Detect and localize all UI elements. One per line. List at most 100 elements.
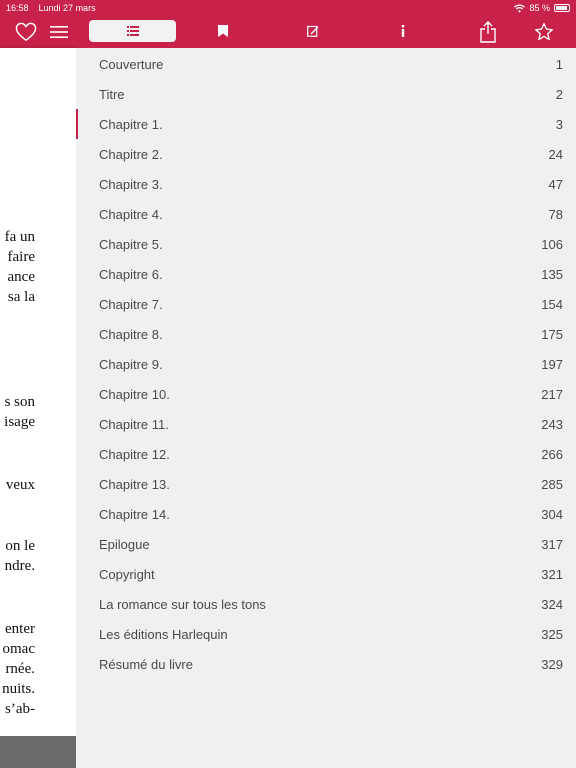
toc-entry[interactable]: Chapitre 4. 78 (76, 199, 576, 229)
toc-entry-title: Les éditions Harlequin (99, 626, 228, 642)
toc-entry-page: 24 (548, 146, 563, 162)
toc-entry-page: 154 (541, 296, 563, 312)
reader-text-line: ndre. (4, 558, 35, 574)
toc-entry-page: 266 (541, 446, 563, 462)
tab-contents[interactable] (89, 20, 176, 42)
toc-entry[interactable]: Chapitre 14. 304 (76, 499, 576, 529)
toc-entry-title: La romance sur tous les tons (99, 596, 266, 612)
menu-icon (50, 26, 68, 38)
toc-entry[interactable]: Chapitre 2. 24 (76, 139, 576, 169)
toc-entry[interactable]: Chapitre 13. 285 (76, 469, 576, 499)
toc-entry-title: Copyright (99, 566, 155, 582)
toc-entry-page: 47 (548, 176, 563, 192)
status-bar: 16:58 Lundi 27 mars 85 % (0, 0, 576, 16)
reader-text-line: sa la (7, 289, 35, 305)
toc-entry-title: Chapitre 4. (99, 206, 163, 222)
toc-entry-page: 321 (541, 566, 563, 582)
tab-bookmarks[interactable] (179, 20, 266, 42)
toc-entry[interactable]: Résumé du livre 329 (76, 649, 576, 679)
toc-entry-title: Chapitre 9. (99, 356, 163, 372)
toc-entry[interactable]: Copyright 321 (76, 559, 576, 589)
reader-text-line: omac (2, 641, 35, 657)
toc-entry[interactable]: Chapitre 8. 175 (76, 319, 576, 349)
toc-entry-page: 304 (541, 506, 563, 522)
toc-entry[interactable]: Chapitre 3. 47 (76, 169, 576, 199)
toc-entry[interactable]: Chapitre 7. 154 (76, 289, 576, 319)
toc-entry-page: 217 (541, 386, 563, 402)
toc-entry-page: 1 (555, 56, 563, 72)
toc-entry[interactable]: Titre 2 (76, 79, 576, 109)
toc-entry-title: Chapitre 12. (99, 446, 170, 462)
menu-button[interactable] (48, 20, 70, 44)
toc-entry[interactable]: Chapitre 9. 197 (76, 349, 576, 379)
reader-text-line: veux (5, 477, 35, 493)
toc-entry[interactable]: Couverture 1 (76, 49, 576, 79)
toc-entry-title: Chapitre 1. (99, 116, 163, 132)
toc-entry-page: 135 (541, 266, 563, 282)
reader-text-line: ance (7, 269, 35, 285)
bookmark-icon (217, 25, 228, 37)
toc-entry-title: Chapitre 8. (99, 326, 163, 342)
reader-text-line: nuits. (2, 681, 35, 697)
toc-entry-page: 78 (548, 206, 563, 222)
toc-entry-page: 243 (541, 416, 563, 432)
reader-page[interactable]: fa un faire ance sa la s son isage veux … (0, 48, 76, 736)
toc-entry-title: Résumé du livre (99, 656, 193, 672)
toc-entry-title: Chapitre 5. (99, 236, 163, 252)
share-icon (480, 21, 496, 43)
star-icon (535, 23, 553, 41)
heart-icon (15, 22, 37, 42)
reader-text-line: on le (5, 538, 35, 554)
reader-text-line: rnée. (5, 661, 35, 677)
toc-entry-page: 2 (555, 86, 563, 102)
toc-entry-title: Chapitre 14. (99, 506, 170, 522)
toc-entry[interactable]: Les éditions Harlequin 325 (76, 619, 576, 649)
toc-entry-page: 285 (541, 476, 563, 492)
favorite-button[interactable] (14, 20, 38, 44)
toc-entry-title: Chapitre 10. (99, 386, 170, 402)
toc-entry[interactable]: Chapitre 10. 217 (76, 379, 576, 409)
toc-entry-page: 175 (541, 326, 563, 342)
toc-icon (126, 26, 139, 36)
toc-entry-page: 317 (541, 536, 563, 552)
battery-percent: 85 % (529, 3, 550, 13)
tab-info[interactable] (359, 20, 446, 42)
view-segmented-control (89, 20, 471, 42)
toc-entry[interactable]: Chapitre 5. 106 (76, 229, 576, 259)
toc-entry-page: 325 (541, 626, 563, 642)
info-icon (401, 25, 404, 37)
toc-entry[interactable]: La romance sur tous les tons 324 (76, 589, 576, 619)
current-chapter-marker (76, 109, 78, 139)
toc-entry-title: Couverture (99, 56, 164, 72)
reader-text-line: enter (5, 621, 35, 637)
toc-entry-title: Chapitre 3. (99, 176, 163, 192)
share-button[interactable] (476, 20, 500, 44)
toc-entry-page: 324 (541, 596, 563, 612)
reader-text-line: s’ab- (5, 701, 35, 717)
toc-entry-title: Epilogue (99, 536, 150, 552)
table-of-contents: Couverture 1 Titre 2 Chapitre 1. 3 Chapitre 2.… (76, 48, 576, 768)
toc-entry-title: Chapitre 11. (99, 416, 169, 432)
toc-entry[interactable]: Chapitre 1. 3 (76, 109, 576, 139)
rate-button[interactable] (532, 20, 556, 44)
toc-entry[interactable]: Chapitre 12. 266 (76, 439, 576, 469)
tab-notes[interactable] (269, 20, 356, 42)
toolbar (0, 16, 576, 48)
reader-text-line: faire (7, 249, 35, 265)
toc-entry-page: 106 (541, 236, 563, 252)
reader-text-line: s son (4, 394, 35, 410)
toc-entry[interactable]: Epilogue 317 (76, 529, 576, 559)
toc-entry-title: Chapitre 6. (99, 266, 163, 282)
toc-entry[interactable]: Chapitre 11. 243 (76, 409, 576, 439)
toc-entry-title: Titre (99, 86, 125, 102)
toc-entry-title: Chapitre 7. (99, 296, 163, 312)
toc-entry-title: Chapitre 13. (99, 476, 170, 492)
reader-text-line: isage (4, 414, 35, 430)
battery-icon (554, 4, 570, 12)
toc-entry-page: 3 (555, 116, 563, 132)
note-icon (306, 25, 318, 37)
status-time: 16:58 (6, 3, 29, 13)
toc-entry[interactable]: Chapitre 6. 135 (76, 259, 576, 289)
status-date: Lundi 27 mars (38, 3, 96, 13)
reader-bottom-bar (0, 736, 76, 768)
